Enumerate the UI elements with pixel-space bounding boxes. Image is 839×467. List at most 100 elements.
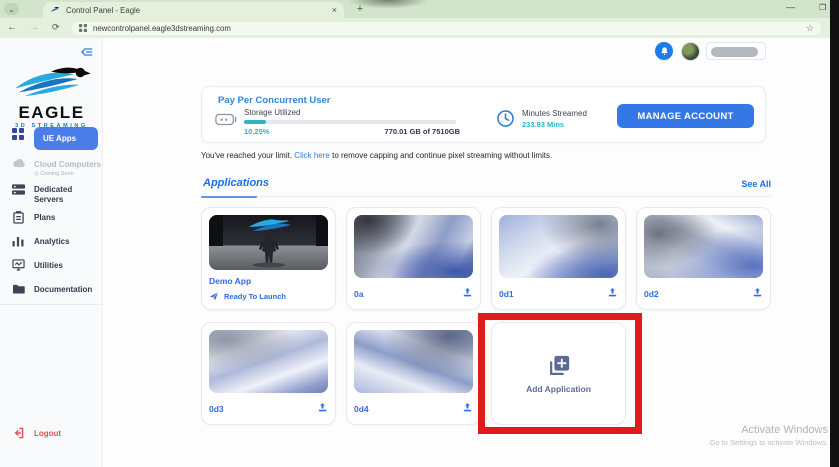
add-application-label: Add Application <box>526 384 591 394</box>
forward-icon: → <box>29 22 39 33</box>
url-text: newcontrolpanel.eagle3dstreaming.com <box>93 24 800 33</box>
tab-applications[interactable]: Applications <box>203 177 269 189</box>
storage-percent: 10.25% <box>244 127 269 136</box>
username-redacted <box>711 47 758 57</box>
sidebar-item-analytics[interactable]: Analytics <box>0 234 103 247</box>
sidebar-item-utilities[interactable]: Utilities <box>0 258 103 271</box>
sidebar-item-plans[interactable]: Plans <box>0 210 103 224</box>
sidebar-collapse-icon[interactable] <box>81 45 93 63</box>
tab-search-button[interactable]: ⌄ <box>4 3 19 15</box>
logout-label: Logout <box>34 426 61 439</box>
bell-icon <box>659 46 670 57</box>
app-thumbnail <box>209 330 328 393</box>
url-bar[interactable]: newcontrolpanel.eagle3dstreaming.com ☆ <box>71 21 822 36</box>
billing-title: Pay Per Concurrent User <box>218 95 330 106</box>
notifications-button[interactable] <box>655 42 673 60</box>
storage-progress-track <box>244 120 456 124</box>
applications-row-2: 0d3 0d4 <box>201 322 626 425</box>
app-card[interactable]: 0d1 <box>491 207 626 310</box>
browser-tab[interactable]: Control Panel - Eagle × <box>43 2 344 18</box>
sidebar-divider <box>0 304 103 305</box>
app-thumbnail <box>644 215 763 278</box>
upload-icon[interactable] <box>462 400 473 418</box>
monitor-icon <box>11 259 25 271</box>
eagle-favicon <box>50 5 60 15</box>
screen-edge-strip <box>830 0 839 467</box>
storage-amount: 770.01 GB of 7510GB <box>352 127 460 136</box>
applications-tab-underline <box>201 196 257 198</box>
applications-row-1: Demo App Ready To Launch 0a <box>201 207 771 310</box>
app-thumbnail <box>354 330 473 393</box>
server-icon <box>11 183 25 196</box>
restore-button[interactable]: ❐ <box>819 3 826 12</box>
app-card[interactable]: 0d2 <box>636 207 771 310</box>
main-content: Pay Per Concurrent User Storage Utilized… <box>104 38 830 467</box>
app-name: 0d1 <box>499 289 514 299</box>
rocket-icon <box>209 291 219 301</box>
app-name: 0d2 <box>644 289 659 299</box>
new-tab-button[interactable]: + <box>352 1 368 17</box>
app-name: 0d4 <box>354 404 369 414</box>
add-application-card[interactable]: Add Application <box>491 322 626 425</box>
add-application-icon <box>547 354 571 378</box>
reload-icon[interactable]: ⟳ <box>52 22 60 33</box>
app-name: 0a <box>354 289 363 299</box>
app-thumbnail <box>354 215 473 278</box>
app-card[interactable]: 0d3 <box>201 322 336 425</box>
sidebar-item-label: Documentation <box>34 282 92 295</box>
tab-close-icon[interactable]: × <box>332 5 337 15</box>
storage-icon <box>215 113 237 131</box>
applications-header: Applications See All <box>201 175 771 197</box>
manage-account-button[interactable]: MANAGE ACCOUNT <box>617 104 754 128</box>
notice-pre: You've reached your limit. <box>201 151 292 160</box>
limit-notice: You've reached your limit. Click here to… <box>201 151 552 160</box>
minimize-button[interactable]: — <box>786 2 795 12</box>
app-name: 0d3 <box>209 404 224 414</box>
sidebar-item-documentation[interactable]: Documentation <box>0 282 103 295</box>
upload-icon[interactable] <box>462 285 473 303</box>
app-thumbnail <box>209 215 328 270</box>
sidebar-item-label: Analytics <box>34 234 70 247</box>
brand-name: EAGLE <box>0 104 103 121</box>
chevron-down-icon: ⌄ <box>8 5 15 14</box>
sidebar-item-label: Plans <box>34 210 55 223</box>
cloud-icon <box>11 158 25 168</box>
storage-progress-fill <box>244 120 266 124</box>
app-status: Ready To Launch <box>209 291 328 301</box>
sidebar-item-dedicated-servers[interactable]: Dedicated Servers <box>0 182 103 205</box>
sidebar-item-label: UE Apps <box>34 127 98 150</box>
upload-icon[interactable] <box>752 285 763 303</box>
app-card[interactable]: 0d4 <box>346 322 481 425</box>
sidebar-item-ue-apps[interactable]: UE Apps <box>0 127 103 150</box>
minutes-label: Minutes Streamed <box>522 109 587 118</box>
browser-tab-strip: ⌄ Control Panel - Eagle × + — ❐ <box>0 0 839 18</box>
screen: ⌄ Control Panel - Eagle × + — ❐ ← → ⟳ ne… <box>0 0 839 467</box>
minutes-value: 233.93 Mins <box>522 120 564 129</box>
tab-title: Control Panel - Eagle <box>66 6 326 15</box>
avatar[interactable] <box>681 42 700 61</box>
clock-icon <box>496 109 515 133</box>
bookmark-star-icon[interactable]: ☆ <box>806 23 814 34</box>
back-icon[interactable]: ← <box>7 22 17 33</box>
username-box[interactable] <box>706 42 766 60</box>
upload-icon[interactable] <box>317 400 328 418</box>
sidebar: EAGLE 3D STREAMING UE Apps <box>0 38 103 467</box>
sidebar-item-label: Utilities <box>34 258 63 271</box>
app-card[interactable]: 0a <box>346 207 481 310</box>
app-status-label: Ready To Launch <box>224 292 286 301</box>
app-name: Demo App <box>209 276 328 286</box>
site-info-icon[interactable] <box>79 24 87 32</box>
upload-icon[interactable] <box>607 285 618 303</box>
clipboard-icon <box>11 211 25 224</box>
app-card-demo[interactable]: Demo App Ready To Launch <box>201 207 336 310</box>
logout-icon <box>11 427 25 439</box>
logout-button[interactable]: Logout <box>0 426 103 439</box>
brand-logo: EAGLE 3D STREAMING <box>0 64 103 129</box>
page-body: EAGLE 3D STREAMING UE Apps <box>0 38 830 467</box>
click-here-link[interactable]: Click here <box>294 151 330 160</box>
see-all-link[interactable]: See All <box>741 179 771 189</box>
eagle-logo-icon <box>9 64 95 98</box>
app-thumbnail <box>499 215 618 278</box>
bar-chart-icon <box>11 235 25 247</box>
activate-windows-watermark: Activate Windows Go to Settings to activ… <box>689 424 828 447</box>
